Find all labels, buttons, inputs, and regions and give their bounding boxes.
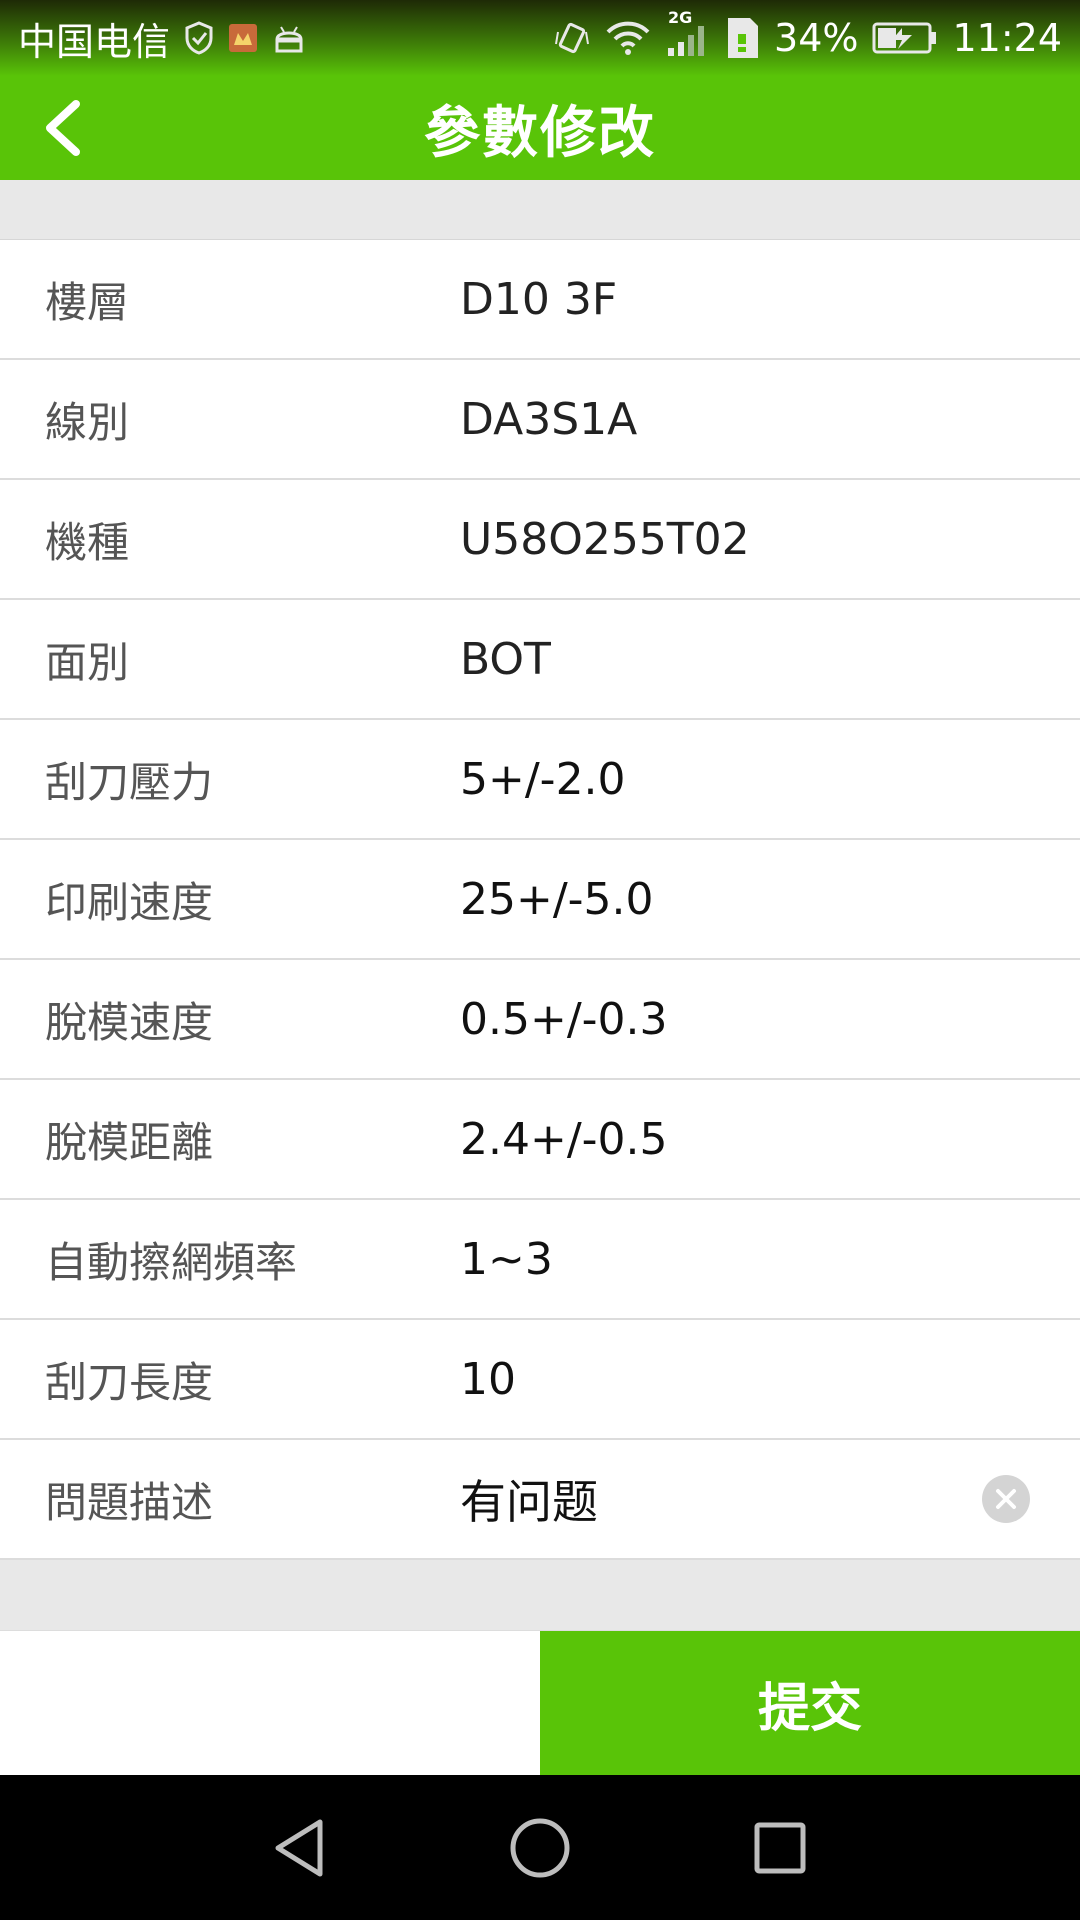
form-row-problem-description: 問題描述 (0, 1440, 1080, 1560)
system-nav-bar (0, 1775, 1080, 1920)
row-label: 面別 (45, 637, 130, 687)
sim-icon (724, 16, 760, 60)
shield-check-icon (184, 21, 214, 55)
row-value: D10 3F (460, 273, 618, 325)
form-row-line: 線別 DA3S1A (0, 360, 1080, 480)
status-bar-left: 中国电信 (18, 11, 306, 66)
row-value[interactable]: 0.5+/-0.3 (460, 994, 980, 1045)
clear-input-button[interactable] (982, 1475, 1030, 1523)
android-icon (272, 23, 306, 53)
row-label: 印刷速度 (45, 877, 214, 927)
bottom-spacer (0, 1560, 1080, 1630)
status-bar-right: 2G 34% 11:24 (554, 8, 1062, 60)
nav-home-button[interactable] (500, 1808, 580, 1888)
form-row-auto-wipe-frequency[interactable]: 自動擦網頻率 1~3 (0, 1200, 1080, 1320)
form-row-release-distance[interactable]: 脫模距離 2.4+/-0.5 (0, 1080, 1080, 1200)
screen: 中国电信 2G 34% 11:24 參數修改 樓層 D10 3F 線別 DA3S… (0, 0, 1080, 1920)
submit-button[interactable]: 提交 (540, 1631, 1080, 1776)
row-label: 脫模速度 (45, 997, 214, 1047)
row-value: U58O255T02 (460, 513, 750, 565)
chevron-left-icon (46, 100, 80, 156)
app-notification-icon (228, 23, 258, 53)
wifi-icon (604, 20, 652, 56)
top-spacer (0, 180, 1080, 240)
row-label: 樓層 (45, 277, 130, 327)
row-value: DA3S1A (460, 393, 638, 445)
form-row-squeegee-pressure[interactable]: 刮刀壓力 5+/-2.0 (0, 720, 1080, 840)
action-bar: 提交 (0, 1630, 1080, 1776)
home-circle-icon (510, 1818, 570, 1877)
battery-percent: 34% (774, 16, 859, 60)
row-value[interactable]: 2.4+/-0.5 (460, 1114, 980, 1165)
clear-icon (996, 1489, 1016, 1509)
recents-square-icon (754, 1822, 806, 1873)
back-button[interactable] (24, 90, 100, 166)
battery-charging-icon (872, 21, 938, 55)
status-bar: 中国电信 2G 34% 11:24 (0, 0, 1080, 76)
parameter-form: 樓層 D10 3F 線別 DA3S1A 機種 U58O255T02 面別 BOT… (0, 240, 1080, 1560)
row-label: 刮刀長度 (45, 1357, 214, 1407)
row-value: BOT (460, 633, 551, 685)
page-title: 參數修改 (424, 100, 656, 166)
form-row-model: 機種 U58O255T02 (0, 480, 1080, 600)
back-triangle-icon (275, 1819, 323, 1876)
row-label: 脫模距離 (45, 1117, 214, 1167)
row-value[interactable]: 25+/-5.0 (460, 874, 980, 925)
row-label: 線別 (45, 397, 130, 447)
row-value[interactable]: 5+/-2.0 (460, 754, 980, 805)
form-row-print-speed[interactable]: 印刷速度 25+/-5.0 (0, 840, 1080, 960)
problem-description-input[interactable] (460, 1454, 960, 1544)
form-row-release-speed[interactable]: 脫模速度 0.5+/-0.3 (0, 960, 1080, 1080)
form-row-side: 面別 BOT (0, 600, 1080, 720)
row-label: 自動擦網頻率 (45, 1237, 298, 1287)
row-label: 問題描述 (45, 1477, 214, 1527)
row-value[interactable]: 10 (460, 1354, 980, 1405)
clock: 11:24 (952, 16, 1062, 60)
signal-icon: 2G (666, 8, 710, 58)
carrier-label: 中国电信 (18, 19, 171, 64)
form-row-squeegee-length[interactable]: 刮刀長度 10 (0, 1320, 1080, 1440)
vibrate-icon (554, 20, 590, 56)
row-value[interactable]: 1~3 (460, 1234, 980, 1285)
network-type-label: 2G (668, 8, 693, 27)
form-row-floor: 樓層 D10 3F (0, 240, 1080, 360)
row-label: 機種 (45, 517, 130, 567)
nav-recents-button[interactable] (740, 1808, 820, 1888)
row-label: 刮刀壓力 (45, 757, 214, 807)
nav-back-button[interactable] (260, 1808, 340, 1888)
title-bar: 參數修改 (0, 76, 1080, 180)
